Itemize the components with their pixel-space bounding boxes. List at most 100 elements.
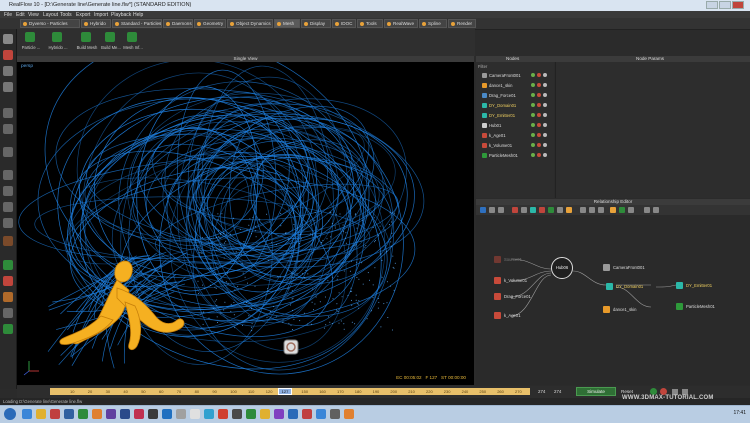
node-visibility-toggle[interactable]	[537, 93, 541, 97]
node-visibility-toggle[interactable]	[537, 83, 541, 87]
tab-mesh[interactable]: Mesh	[274, 19, 300, 28]
taskbar-app-icon[interactable]	[274, 409, 284, 419]
node-visibility-toggle[interactable]	[537, 113, 541, 117]
node-visibility-toggle[interactable]	[543, 73, 547, 77]
rel-tool-icon[interactable]	[489, 207, 495, 213]
node-visibility-toggle[interactable]	[531, 83, 535, 87]
rel-tool-icon[interactable]	[557, 207, 563, 213]
max-frame-field[interactable]: 274	[554, 389, 561, 394]
paint-icon[interactable]	[3, 236, 13, 246]
mesh-info-button[interactable]: Mesh Inf...	[122, 31, 143, 53]
rel-tool-icon[interactable]	[644, 207, 650, 213]
move-icon[interactable]	[3, 50, 13, 60]
daemon-icon[interactable]	[3, 276, 13, 286]
current-frame-marker[interactable]: 127	[278, 388, 292, 395]
rel-tool-icon[interactable]	[610, 207, 616, 213]
3d-viewport[interactable]: persp EC 00:05:02 F 127 ST 00:00:00	[17, 62, 474, 385]
node-filter-label[interactable]: Filter	[478, 64, 487, 69]
relationship-graph[interactable]: Source01 k_Volume01 Drag_Force01 k_Age01 Ca…	[476, 215, 750, 385]
node-visibility-toggle[interactable]	[531, 143, 535, 147]
taskbar-app-icon[interactable]	[316, 409, 326, 419]
taskbar-app-icon[interactable]	[260, 409, 270, 419]
rel-tool-icon[interactable]	[619, 207, 625, 213]
taskbar-app-icon[interactable]	[92, 409, 102, 419]
rel-tool-icon[interactable]	[521, 207, 527, 213]
node-visibility-toggle[interactable]	[537, 133, 541, 137]
rel-tool-icon[interactable]	[628, 207, 634, 213]
node-visibility-toggle[interactable]	[537, 153, 541, 157]
node-list-item[interactable]: dance1_skin	[478, 82, 552, 90]
taskbar-app-icon[interactable]	[134, 409, 144, 419]
tab-display[interactable]: Display	[301, 19, 331, 28]
tab-spline[interactable]: Spline	[419, 19, 447, 28]
build-mesh-selected-button[interactable]: Build Me...	[100, 31, 121, 53]
rel-tool-icon[interactable]	[548, 207, 554, 213]
taskbar-app-icon[interactable]	[246, 409, 256, 419]
taskbar-app-icon[interactable]	[204, 409, 214, 419]
rel-tool-icon[interactable]	[589, 207, 595, 213]
brush-icon[interactable]	[3, 292, 13, 302]
rel-tool-icon[interactable]	[566, 207, 572, 213]
node-visibility-toggle[interactable]	[531, 93, 535, 97]
rel-tool-icon[interactable]	[580, 207, 586, 213]
taskbar-app-icon[interactable]	[218, 409, 228, 419]
taskbar-app-icon[interactable]	[232, 409, 242, 419]
rel-tool-icon[interactable]	[512, 207, 518, 213]
taskbar-app-icon[interactable]	[36, 409, 46, 419]
play-icon[interactable]	[650, 388, 657, 395]
measure-icon[interactable]	[3, 308, 13, 318]
node-visibility-toggle[interactable]	[537, 103, 541, 107]
node-visibility-toggle[interactable]	[531, 123, 535, 127]
node-visibility-toggle[interactable]	[543, 133, 547, 137]
taskbar-app-icon[interactable]	[64, 409, 74, 419]
taskbar-app-icon[interactable]	[120, 409, 130, 419]
scale-icon[interactable]	[3, 82, 13, 92]
tab-geometry[interactable]: Geometry	[194, 19, 226, 28]
tab-tools[interactable]: Tools	[357, 19, 383, 28]
emitter-gizmo-icon[interactable]	[283, 339, 299, 355]
node-visibility-toggle[interactable]	[531, 113, 535, 117]
stop-icon[interactable]	[660, 388, 667, 395]
tab-idoc[interactable]: IDOC	[332, 19, 356, 28]
node-visibility-toggle[interactable]	[543, 113, 547, 117]
node-list-item[interactable]: Drag_Force01	[478, 92, 552, 100]
node-list-item[interactable]: k_Volume01	[478, 142, 552, 150]
taskbar-app-icon[interactable]	[148, 409, 158, 419]
light-icon[interactable]	[3, 147, 13, 157]
node-visibility-toggle[interactable]	[531, 103, 535, 107]
torus-icon[interactable]	[3, 218, 13, 228]
taskbar-app-icon[interactable]	[302, 409, 312, 419]
taskbar-app-icon[interactable]	[190, 409, 200, 419]
camera-icon[interactable]	[3, 108, 13, 118]
node-list-item[interactable]: ParticleMesh01	[478, 152, 552, 160]
node-visibility-toggle[interactable]	[543, 153, 547, 157]
select-icon[interactable]	[3, 34, 13, 44]
node-list-item[interactable]: CameraFront001	[478, 72, 552, 80]
node-visibility-toggle[interactable]	[537, 143, 541, 147]
node-visibility-toggle[interactable]	[537, 123, 541, 127]
rel-tool-icon[interactable]	[598, 207, 604, 213]
close-button[interactable]	[732, 1, 744, 9]
node-visibility-toggle[interactable]	[537, 73, 541, 77]
node-visibility-toggle[interactable]	[543, 123, 547, 127]
rel-tool-icon[interactable]	[530, 207, 536, 213]
taskbar-app-icon[interactable]	[176, 409, 186, 419]
node-list-item[interactable]: k_Age01	[478, 132, 552, 140]
sphere-icon[interactable]	[3, 186, 13, 196]
node-visibility-toggle[interactable]	[543, 93, 547, 97]
node-visibility-toggle[interactable]	[543, 103, 547, 107]
taskbar-app-icon[interactable]	[106, 409, 116, 419]
node-visibility-toggle[interactable]	[531, 73, 535, 77]
particle-mesh-button[interactable]: Particle ...	[20, 31, 40, 53]
tab-object-dynamics[interactable]: Object Dynamics	[227, 19, 273, 28]
tab-render[interactable]: Render	[448, 19, 476, 28]
minimize-button[interactable]	[706, 1, 718, 9]
tab-dyverso-particles[interactable]: Dyverso - Particles	[20, 19, 80, 28]
node-list-item[interactable]: Hub01	[478, 122, 552, 130]
tab-realwave[interactable]: RealWave	[384, 19, 418, 28]
tab-daemons[interactable]: Daemons	[163, 19, 193, 28]
node-visibility-toggle[interactable]	[543, 143, 547, 147]
hybrido-mesh-button[interactable]: Hybrido ...	[47, 31, 68, 53]
mesh-tool-icon[interactable]	[3, 324, 13, 334]
emitter-icon[interactable]	[3, 260, 13, 270]
